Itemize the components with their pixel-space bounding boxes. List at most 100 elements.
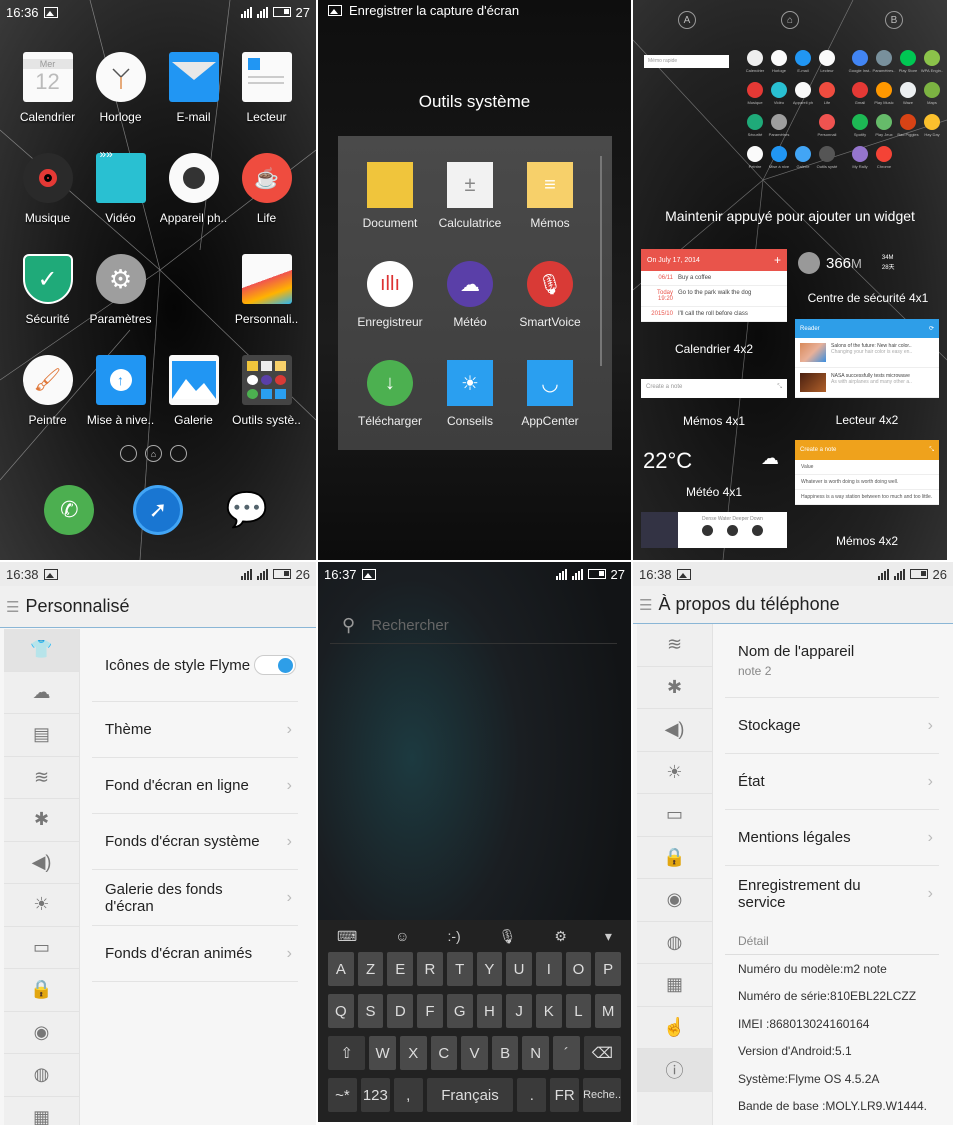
flyme-icons-row[interactable]: Icônes de style Flyme (92, 629, 298, 702)
page-a-tab[interactable]: A (678, 11, 696, 29)
key-N[interactable]: N (522, 1036, 550, 1070)
emoji-icon[interactable]: ☺ (395, 928, 409, 944)
bluetooth-icon[interactable]: ✱ (637, 667, 712, 709)
weather-widget[interactable]: 22°C (643, 448, 692, 474)
flyme-icons-toggle[interactable] (254, 655, 296, 675)
app-camera[interactable]: Appareil ph.. (157, 153, 230, 254)
legal-row[interactable]: Mentions légales › (725, 810, 939, 866)
gesture-icon[interactable]: ☝ (637, 1007, 712, 1049)
page-dot[interactable] (170, 445, 187, 462)
battery-icon[interactable]: ▭ (637, 794, 712, 837)
app-gallery[interactable]: Galerie (157, 355, 230, 456)
app-folder-system-tools[interactable]: Outils systè.. (230, 355, 303, 456)
system-wallpaper-row[interactable]: Fonds d'écran système › (92, 814, 298, 870)
key-~*[interactable]: ~* (328, 1078, 357, 1112)
globe-icon[interactable]: ◍ (637, 922, 712, 964)
key-D[interactable]: D (387, 994, 414, 1028)
folder-app-mémos[interactable]: ≡ Mémos (510, 162, 590, 261)
key-⇧[interactable]: ⇧ (328, 1036, 366, 1070)
wallpaper-gallery-row[interactable]: Galerie des fonds d'écran › (92, 870, 298, 926)
app-calendar[interactable]: Mer 12 Calendrier (11, 52, 84, 153)
drawer-app[interactable]: Lecteur (815, 50, 839, 82)
app-painter[interactable]: 🖌 Peintre (11, 355, 84, 456)
emoticon-icon[interactable]: :-) (447, 928, 460, 944)
memo-widget-large[interactable]: Create a note ⤡ Value Whatever is worth d… (795, 440, 939, 505)
app-email[interactable]: E-mail (157, 52, 230, 153)
next-icon[interactable] (752, 525, 763, 536)
cloud-icon[interactable]: ☁ (4, 672, 79, 714)
browser-icon[interactable]: ➚ (132, 485, 183, 535)
theme-row[interactable]: Thème › (92, 702, 298, 758)
key-C[interactable]: C (430, 1036, 458, 1070)
drawer-app[interactable]: Peintre (743, 146, 767, 178)
volume-icon[interactable]: ◀) (637, 709, 712, 752)
key-T[interactable]: T (446, 952, 473, 986)
key-´[interactable]: ´ (553, 1036, 580, 1070)
settings-icon[interactable]: ⚙ (554, 928, 567, 945)
key-W[interactable]: W (369, 1036, 396, 1070)
brightness-icon[interactable]: ☀ (637, 752, 712, 794)
drawer-app[interactable]: Maps (920, 82, 944, 114)
folder-app-météo[interactable]: ☁ Météo (430, 261, 510, 360)
menu-icon[interactable]: ☰ (639, 596, 652, 614)
drawer-app[interactable]: Play Jeux (872, 114, 896, 146)
collapse-icon[interactable]: ▾ (605, 928, 612, 945)
status-row[interactable]: État › (725, 754, 939, 810)
wifi-icon[interactable]: ≋ (4, 757, 79, 799)
app-settings[interactable]: ⚙ Paramètres (84, 254, 157, 355)
key-I[interactable]: I (535, 952, 562, 986)
messages-icon[interactable]: 💬 (222, 485, 272, 535)
key-⌫[interactable]: ⌫ (583, 1036, 621, 1070)
drawer-app[interactable]: Calendrier (743, 50, 767, 82)
shirt-icon[interactable]: 👕 (4, 629, 79, 672)
phone-icon[interactable]: ✆ (44, 485, 95, 535)
drawer-app[interactable]: Play Store (896, 50, 920, 82)
volume-icon[interactable]: ◀) (4, 842, 79, 884)
app-upgrade[interactable]: ↑ Mise à nive.. (84, 355, 157, 456)
drawer-app[interactable]: Sécurité (743, 114, 767, 146)
key-S[interactable]: S (357, 994, 384, 1028)
scrollbar[interactable] (600, 156, 602, 366)
reader-item[interactable]: Salons of the future: New hair color.. Ch… (795, 338, 939, 368)
drawer-app[interactable]: Paramètres.. (872, 50, 896, 82)
folder-app-smartvoice[interactable]: 🎙 SmartVoice (510, 261, 590, 360)
drawer-app[interactable]: Appareil ph (791, 82, 815, 114)
folder-app-enregistreur[interactable]: ıllı Enregistreur (350, 261, 430, 360)
key-H[interactable]: H (476, 994, 503, 1028)
key-J[interactable]: J (506, 994, 532, 1028)
key-A[interactable]: A (328, 952, 354, 986)
device-name-row[interactable]: Nom de l'appareil note 2 (725, 624, 939, 698)
app-life[interactable]: ☕ Life (230, 153, 303, 254)
key-Q[interactable]: Q (328, 994, 354, 1028)
key-F[interactable]: F (417, 994, 443, 1028)
drawer-app[interactable]: Hay Day (920, 114, 944, 146)
calendar-widget[interactable]: On July 17, 2014 + 06/11 Buy a coffee Toda… (641, 249, 787, 322)
key-Reche..[interactable]: Reche.. (583, 1078, 622, 1112)
brightness-icon[interactable]: ☀ (4, 884, 79, 927)
apps-icon[interactable]: ▦ (637, 964, 712, 1007)
app-reader[interactable]: Lecteur (230, 52, 303, 153)
key-V[interactable]: V (461, 1036, 488, 1070)
drawer-app[interactable]: Mise à nive (767, 146, 791, 178)
drawer-app[interactable]: Paramètres (767, 114, 791, 146)
folder-app-appcenter[interactable]: ◡ AppCenter (510, 360, 590, 459)
key-Z[interactable]: Z (357, 952, 384, 986)
music-widget[interactable]: Dense Water Deeper Down (678, 512, 787, 548)
key-M[interactable]: M (595, 994, 622, 1028)
drawer-app[interactable]: Vidéo (767, 82, 791, 114)
wifi-icon[interactable]: ≋ (637, 624, 712, 667)
drawer-app[interactable]: WPA Engin.. (920, 50, 944, 82)
lock-icon[interactable]: 🔒 (4, 969, 79, 1012)
app-clock[interactable]: Horloge (84, 52, 157, 153)
folder-app-télécharger[interactable]: ↓ Télécharger (350, 360, 430, 459)
keyboard-switch-icon[interactable]: ⌨ (337, 928, 357, 945)
home-page-tab[interactable]: ⌂ (781, 11, 799, 29)
key-.[interactable]: . (517, 1078, 547, 1112)
key-O[interactable]: O (565, 952, 592, 986)
drawer-app[interactable]: Horloge (767, 50, 791, 82)
microphone-icon[interactable]: 🎙 (499, 928, 517, 945)
key-P[interactable]: P (595, 952, 622, 986)
battery-icon[interactable]: ▭ (4, 927, 79, 969)
key-K[interactable]: K (535, 994, 562, 1028)
folder-app-conseils[interactable]: ☀ Conseils (430, 360, 510, 459)
